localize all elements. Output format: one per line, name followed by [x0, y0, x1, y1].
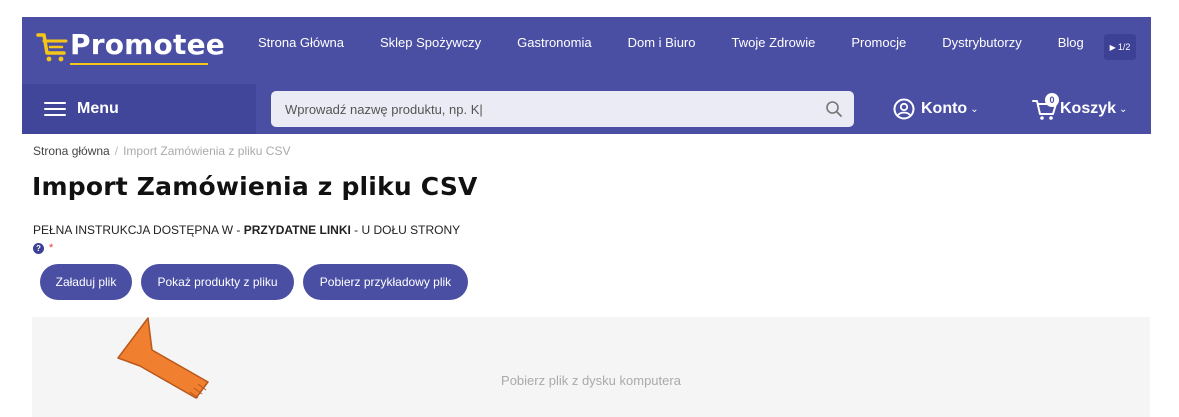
nav-link-health[interactable]: Twoje Zdrowie	[732, 35, 816, 50]
menu-button[interactable]: Menu	[22, 84, 256, 134]
nav-link-home[interactable]: Strona Główna	[258, 35, 344, 50]
help-row: ? *	[33, 242, 53, 254]
main-nav: Promotee Strona Główna Sklep Spożywczy G…	[22, 17, 1151, 73]
cart-icon: 0	[1032, 93, 1060, 122]
chevron-down-icon: ⌄	[970, 103, 979, 115]
download-sample-button[interactable]: Pobierz przykładowy plik	[303, 264, 468, 300]
show-products-button[interactable]: Pokaż produkty z pliku	[141, 264, 294, 300]
annotation-arrow-icon	[117, 317, 209, 399]
account-menu[interactable]: Konto ⌄	[893, 84, 979, 134]
breadcrumb-separator: /	[114, 144, 119, 158]
instruction-suffix: - U DOŁU STRONY	[350, 223, 461, 237]
nav-link-blog[interactable]: Blog	[1058, 35, 1084, 50]
cart-count-badge: 0	[1045, 93, 1059, 107]
required-mark: *	[49, 242, 54, 254]
search-icon[interactable]	[825, 100, 843, 118]
nav-link-promotions[interactable]: Promocje	[851, 35, 906, 50]
sub-header: Menu Konto ⌄	[22, 84, 1151, 134]
menu-label: Menu	[77, 100, 119, 117]
instruction-text: PEŁNA INSTRUKCJA DOSTĘPNA W - PRZYDATNE …	[33, 223, 460, 237]
logo-text: Promotee	[70, 28, 225, 61]
logo[interactable]: Promotee	[36, 27, 225, 67]
logo-underline	[70, 63, 208, 65]
nav-links: Strona Główna Sklep Spożywczy Gastronomi…	[258, 35, 1120, 50]
breadcrumb-home[interactable]: Strona główna	[33, 144, 110, 158]
nav-link-grocery[interactable]: Sklep Spożywczy	[380, 35, 481, 50]
pager-label: 1/2	[1117, 42, 1131, 52]
site-header: Promotee Strona Główna Sklep Spożywczy G…	[22, 17, 1151, 134]
search-box	[271, 91, 854, 127]
cart-label: Koszyk	[1060, 100, 1117, 117]
hamburger-icon	[44, 102, 66, 116]
cart-logo-icon	[36, 33, 68, 62]
nav-link-gastronomy[interactable]: Gastronomia	[517, 35, 591, 50]
breadcrumb: Strona główna / Import Zamówienia z pliku …	[33, 144, 290, 158]
nav-link-distributors[interactable]: Dystrybutorzy	[942, 35, 1021, 50]
nav-pager-button[interactable]: ▶ 1/2	[1104, 34, 1136, 60]
upload-file-button[interactable]: Załaduj plik	[40, 264, 132, 300]
search-input[interactable]	[271, 91, 811, 127]
instruction-link-name: PRZYDATNE LINKI	[243, 223, 351, 237]
chevron-down-icon: ⌄	[1119, 103, 1128, 115]
cart-menu[interactable]: 0 Koszyk ⌄	[1032, 84, 1127, 134]
nav-link-home-office[interactable]: Dom i Biuro	[628, 35, 696, 50]
help-icon[interactable]: ?	[33, 242, 44, 254]
play-icon: ▶	[1109, 42, 1116, 52]
breadcrumb-current: Import Zamówienia z pliku CSV	[123, 144, 291, 158]
account-label: Konto	[921, 100, 968, 117]
user-icon	[893, 98, 915, 120]
instruction-prefix: PEŁNA INSTRUKCJA DOSTĘPNA W -	[33, 223, 244, 237]
page-title: Import Zamówienia z pliku CSV	[32, 172, 478, 201]
